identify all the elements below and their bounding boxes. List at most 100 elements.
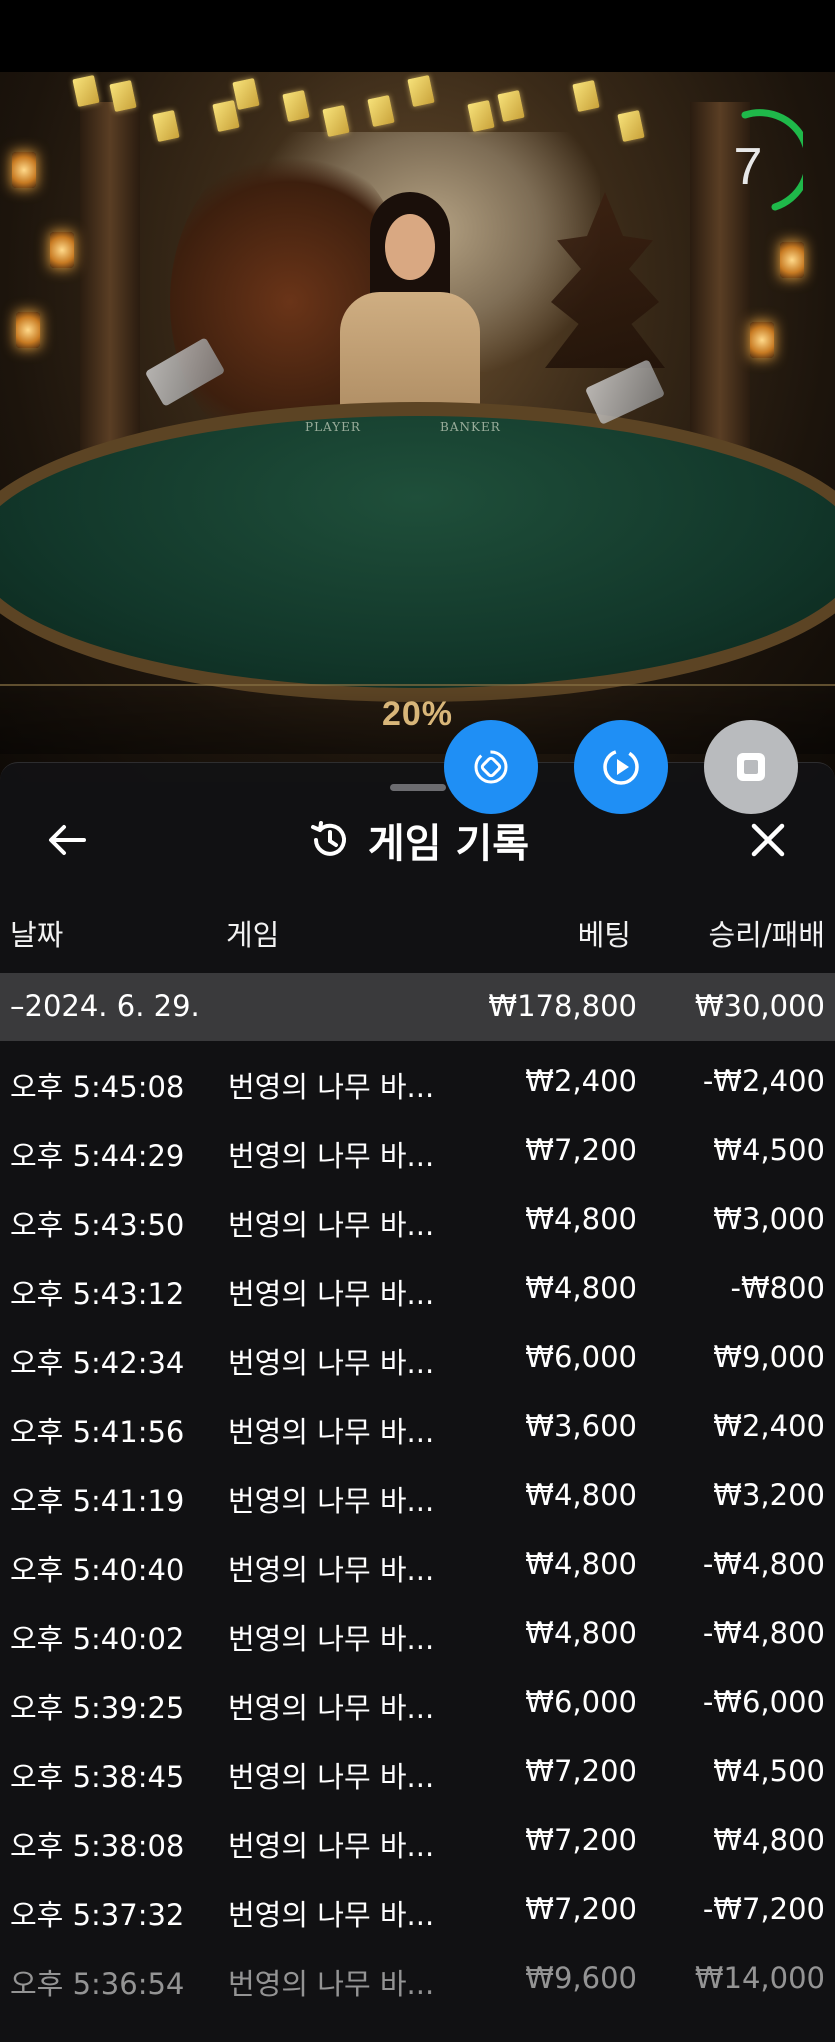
table-row[interactable]: 오후 5:37:32 번영의 나무 바... ₩7,200 -₩7,200 — [0, 1876, 835, 1945]
row-bet: ₩4,800 — [525, 1547, 637, 1581]
lantern-icon — [50, 232, 74, 268]
table-header: 날짜 게임 베팅 승리/패배 — [0, 912, 835, 962]
row-time: 오후 5:40:40 — [10, 1553, 185, 1587]
row-bet: ₩9,600 — [525, 1961, 637, 1995]
swap-view-icon — [474, 750, 508, 784]
table-row[interactable]: 오후 5:38:08 번영의 나무 바... ₩7,200 ₩4,800 — [0, 1807, 835, 1876]
gold-card-decor — [109, 80, 137, 112]
row-winloss: ₩4,800 — [713, 1823, 825, 1857]
row-game: 번영의 나무 바... — [228, 1553, 435, 1587]
summary-winloss: ₩30,000 — [694, 989, 825, 1023]
baccarat-table — [0, 402, 835, 702]
row-game: 번영의 나무 바... — [228, 1484, 435, 1518]
row-game: 번영의 나무 바... — [228, 1691, 435, 1725]
column-bet: 베팅 — [577, 918, 631, 952]
status-bar — [0, 0, 835, 72]
row-bet: ₩6,000 — [525, 1685, 637, 1719]
date-summary-row[interactable]: –2024. 6. 29. ₩178,800 ₩30,000 — [0, 973, 835, 1041]
gold-card-decor — [572, 80, 600, 112]
row-time: 오후 5:41:56 — [10, 1415, 185, 1449]
row-game: 번영의 나무 바... — [228, 1967, 435, 2001]
row-game: 번영의 나무 바... — [228, 1139, 435, 1173]
table-row[interactable]: 오후 5:42:34 번영의 나무 바... ₩6,000 ₩9,000 — [0, 1324, 835, 1393]
row-game: 번영의 나무 바... — [228, 1208, 435, 1242]
table-row[interactable]: 오후 5:38:45 번영의 나무 바... ₩7,200 ₩4,500 — [0, 1738, 835, 1807]
row-game: 번영의 나무 바... — [228, 1829, 435, 1863]
gold-card-decor — [282, 90, 310, 122]
gold-card-decor — [212, 100, 240, 132]
replay-button[interactable] — [574, 720, 668, 814]
title-group: 게임 기록 — [0, 800, 835, 880]
live-video-stream: PLAYER BANKER 7 — [0, 72, 835, 782]
row-time: 오후 5:37:32 — [10, 1898, 185, 1932]
row-winloss: -₩6,000 — [702, 1685, 825, 1719]
table-row[interactable]: 오후 5:44:29 번영의 나무 바... ₩7,200 ₩4,500 — [0, 1117, 835, 1186]
gold-card-decor — [152, 110, 180, 142]
table-row[interactable]: 오후 5:41:19 번영의 나무 바... ₩4,800 ₩3,200 — [0, 1462, 835, 1531]
row-time: 오후 5:44:29 — [10, 1139, 185, 1173]
row-game: 번영의 나무 바... — [228, 1070, 435, 1104]
row-bet: ₩2,400 — [525, 1064, 637, 1098]
row-time: 오후 5:42:34 — [10, 1346, 185, 1380]
row-winloss: ₩14,000 — [694, 1961, 825, 1995]
table-row[interactable]: 오후 5:43:12 번영의 나무 바... ₩4,800 -₩800 — [0, 1255, 835, 1324]
row-bet: ₩7,200 — [525, 1133, 637, 1167]
lantern-icon — [780, 242, 804, 278]
row-time: 오후 5:38:45 — [10, 1760, 185, 1794]
close-icon — [751, 823, 785, 857]
stop-icon — [737, 753, 765, 781]
table-row[interactable]: 오후 5:40:40 번영의 나무 바... ₩4,800 -₩4,800 — [0, 1531, 835, 1600]
table-row[interactable]: 오후 5:43:50 번영의 나무 바... ₩4,800 ₩3,000 — [0, 1186, 835, 1255]
table-row[interactable]: 오후 5:41:56 번영의 나무 바... ₩3,600 ₩2,400 — [0, 1393, 835, 1462]
table-row[interactable]: 오후 5:36:54 번영의 나무 바... ₩9,600 ₩14,000 — [0, 1945, 835, 2014]
row-game: 번영의 나무 바... — [228, 1415, 435, 1449]
gold-card-decor — [407, 75, 435, 107]
row-bet: ₩7,200 — [525, 1823, 637, 1857]
row-time: 오후 5:36:54 — [10, 1967, 185, 2001]
table-row[interactable]: 오후 5:39:25 번영의 나무 바... ₩6,000 -₩6,000 — [0, 1669, 835, 1738]
gold-card-decor — [617, 110, 645, 142]
row-bet: ₩4,800 — [525, 1271, 637, 1305]
row-game: 번영의 나무 바... — [228, 1346, 435, 1380]
row-bet: ₩7,200 — [525, 1754, 637, 1788]
banker-felt-label: BANKER — [440, 420, 501, 434]
column-date: 날짜 — [10, 918, 64, 952]
row-winloss: -₩4,800 — [702, 1547, 825, 1581]
row-winloss: -₩800 — [730, 1271, 826, 1305]
row-time: 오후 5:45:08 — [10, 1070, 185, 1104]
row-winloss: -₩7,200 — [702, 1892, 825, 1926]
replay-icon — [603, 749, 639, 785]
row-bet: ₩4,800 — [525, 1202, 637, 1236]
stop-button[interactable] — [704, 720, 798, 814]
row-winloss: ₩2,400 — [713, 1409, 825, 1443]
lantern-icon — [750, 322, 774, 358]
swap-view-button[interactable] — [444, 720, 538, 814]
lantern-icon — [12, 152, 36, 188]
gold-card-decor — [72, 75, 100, 107]
row-time: 오후 5:43:12 — [10, 1277, 185, 1311]
column-game: 게임 — [226, 918, 280, 952]
row-bet: ₩4,800 — [525, 1478, 637, 1512]
row-time: 오후 5:38:08 — [10, 1829, 185, 1863]
panel-header: 게임 기록 — [0, 800, 835, 880]
row-bet: ₩6,000 — [525, 1340, 637, 1374]
row-game: 번영의 나무 바... — [228, 1277, 435, 1311]
close-button[interactable] — [744, 816, 792, 864]
row-time: 오후 5:40:02 — [10, 1622, 185, 1656]
row-winloss: ₩9,000 — [713, 1340, 825, 1374]
gold-card-decor — [467, 100, 495, 132]
panel-title: 게임 기록 — [367, 821, 530, 867]
summary-bet: ₩178,800 — [488, 989, 637, 1023]
timer-value: 7 — [733, 138, 763, 196]
column-winloss: 승리/패배 — [708, 918, 826, 952]
summary-date: –2024. 6. 29. — [10, 989, 200, 1023]
history-list: 오후 5:45:08 번영의 나무 바... ₩2,400 -₩2,400 오후 5:4… — [0, 1048, 835, 2014]
history-icon — [310, 821, 346, 856]
lantern-icon — [16, 312, 40, 348]
gold-card-decor — [497, 90, 525, 122]
table-row[interactable]: 오후 5:40:02 번영의 나무 바... ₩4,800 -₩4,800 — [0, 1600, 835, 1669]
progress-label: 20% — [381, 695, 454, 733]
table-row[interactable]: 오후 5:45:08 번영의 나무 바... ₩2,400 -₩2,400 — [0, 1048, 835, 1117]
drag-handle[interactable] — [390, 784, 446, 791]
row-winloss: ₩3,000 — [713, 1202, 825, 1236]
